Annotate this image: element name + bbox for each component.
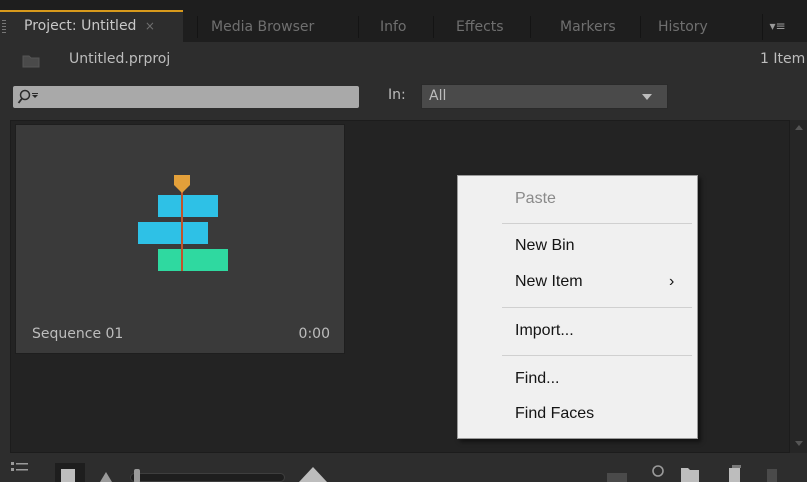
- menu-item-new-item[interactable]: New Item: [515, 273, 583, 291]
- menu-item-find-faces[interactable]: Find Faces: [515, 405, 594, 423]
- new-bin-icon[interactable]: [680, 465, 700, 482]
- scroll-up-icon[interactable]: [795, 125, 803, 130]
- context-menu: Paste New Bin New Item › Import... Find.…: [457, 175, 698, 439]
- scroll-down-icon[interactable]: [795, 441, 803, 446]
- vertical-scrollbar[interactable]: [790, 120, 807, 453]
- in-filter-value: All: [429, 88, 447, 104]
- menu-item-paste[interactable]: Paste: [515, 190, 556, 208]
- zoom-large-icon[interactable]: [296, 463, 330, 482]
- menu-item-import[interactable]: Import...: [515, 322, 574, 340]
- tab-effects[interactable]: Effects: [446, 12, 514, 42]
- clear-icon[interactable]: [764, 465, 780, 482]
- icon-view-icon[interactable]: [55, 463, 85, 482]
- grip-icon[interactable]: [2, 20, 6, 34]
- menu-separator: [502, 307, 692, 308]
- tab-project[interactable]: Project: Untitled ×: [0, 10, 183, 42]
- tab-divider: [530, 16, 531, 38]
- panel-menu-button[interactable]: ▾≡: [762, 14, 792, 40]
- tab-markers[interactable]: Markers: [550, 12, 626, 42]
- tab-history[interactable]: History: [648, 12, 718, 42]
- sequence-icon: [138, 175, 228, 271]
- tab-divider: [433, 16, 434, 38]
- menu-separator: [502, 223, 692, 224]
- menu-separator: [502, 355, 692, 356]
- sequence-duration: 0:00: [298, 326, 330, 342]
- zoom-slider[interactable]: [130, 469, 285, 482]
- tab-info[interactable]: Info: [370, 12, 417, 42]
- tab-divider: [358, 16, 359, 38]
- in-label: In:: [388, 87, 406, 103]
- panel-tab-bar: Project: Untitled × Media Browser Info E…: [0, 0, 807, 42]
- automate-icon[interactable]: [605, 469, 629, 482]
- project-header: Untitled.prproj 1 Item: [0, 42, 807, 82]
- new-item-icon[interactable]: [726, 463, 742, 482]
- search-input[interactable]: [13, 86, 359, 108]
- sequence-thumbnail[interactable]: Sequence 01 0:00: [15, 124, 345, 354]
- item-count: 1 Item: [760, 51, 806, 67]
- zoom-slider-handle[interactable]: [134, 469, 140, 482]
- menu-item-find[interactable]: Find...: [515, 370, 559, 388]
- list-view-icon[interactable]: [10, 460, 30, 476]
- submenu-arrow-icon: ›: [669, 273, 675, 290]
- in-filter-dropdown[interactable]: All: [421, 84, 668, 109]
- search-icon[interactable]: [17, 89, 41, 105]
- folder-icon: [22, 55, 40, 68]
- project-name: Untitled.prproj: [69, 51, 171, 67]
- bottom-toolbar: [0, 453, 807, 482]
- chevron-down-icon: [642, 94, 652, 100]
- sequence-name: Sequence 01: [32, 326, 124, 342]
- find-icon[interactable]: [650, 463, 666, 482]
- close-icon[interactable]: ×: [145, 19, 155, 33]
- zoom-small-icon[interactable]: [98, 467, 114, 482]
- tab-media-browser[interactable]: Media Browser: [201, 12, 324, 42]
- menu-item-new-bin[interactable]: New Bin: [515, 237, 575, 255]
- tab-project-label: Project: Untitled: [24, 18, 137, 34]
- tab-divider: [197, 16, 198, 38]
- tab-divider: [640, 16, 641, 38]
